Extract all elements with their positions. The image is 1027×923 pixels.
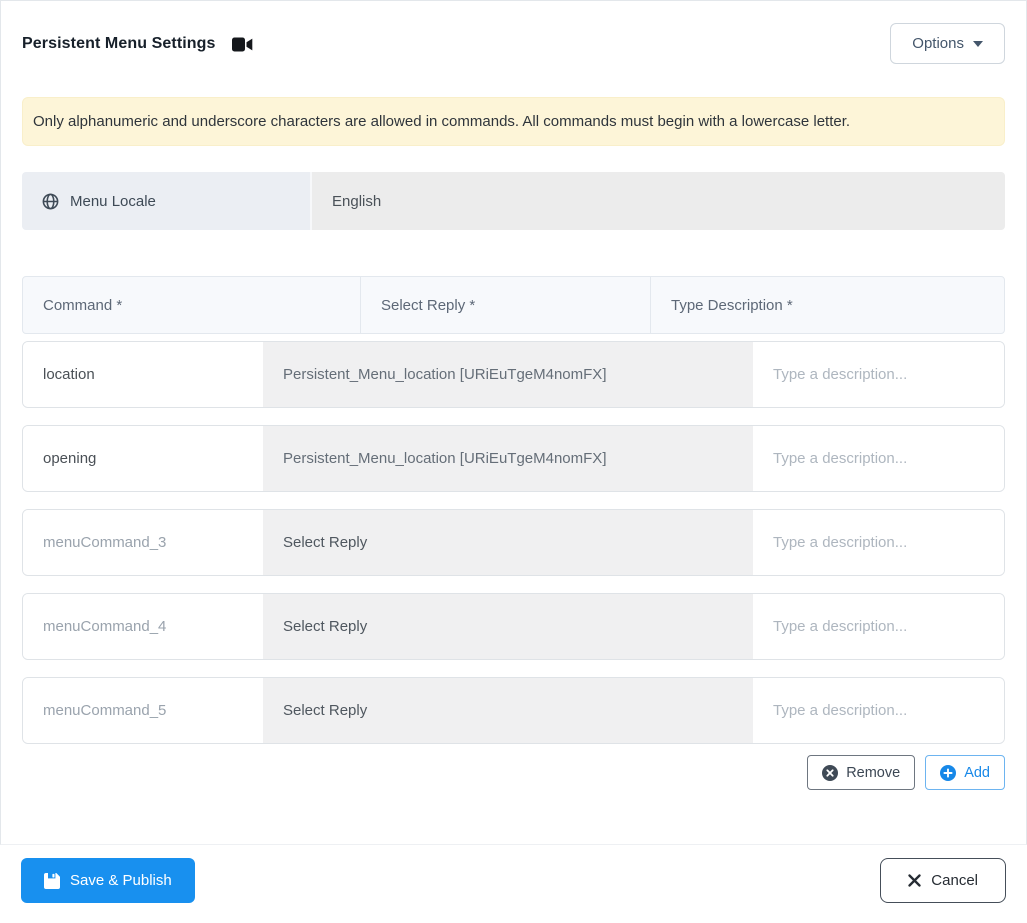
description-input[interactable]: Type a description... [753, 426, 1004, 491]
table-row: menuCommand_5 Select Reply Type a descri… [22, 677, 1005, 744]
panel-header: Persistent Menu Settings Options [22, 23, 1005, 64]
description-placeholder: Type a description... [773, 450, 908, 467]
row-action-buttons: Remove Add [22, 755, 1005, 790]
select-reply-value: Select Reply [283, 702, 368, 719]
cancel-button-label: Cancel [931, 872, 978, 889]
description-placeholder: Type a description... [773, 366, 908, 383]
command-input[interactable]: menuCommand_5 [23, 678, 263, 743]
column-header-select-reply: Select Reply * [361, 277, 651, 333]
menu-locale-group: Menu Locale English [22, 172, 1005, 230]
command-rules-alert: Only alphanumeric and underscore charact… [22, 97, 1005, 146]
description-placeholder: Type a description... [773, 702, 908, 719]
select-reply-value: Select Reply [283, 618, 368, 635]
select-reply-dropdown[interactable]: Select Reply [263, 510, 753, 575]
persistent-menu-settings-page: Persistent Menu Settings Options Only al… [0, 0, 1027, 923]
circle-plus-icon [940, 764, 957, 781]
table-row: menuCommand_4 Select Reply Type a descri… [22, 593, 1005, 660]
add-button-label: Add [964, 764, 990, 781]
description-input[interactable]: Type a description... [753, 594, 1004, 659]
panel-title-group: Persistent Menu Settings [22, 35, 253, 53]
description-input[interactable]: Type a description... [753, 342, 1004, 407]
table-row: location Persistent_Menu_location [URiEu… [22, 341, 1005, 408]
command-input[interactable]: location [23, 342, 263, 407]
options-button[interactable]: Options [890, 23, 1005, 64]
command-value: menuCommand_4 [43, 618, 167, 635]
column-header-type-description: Type Description * [671, 296, 793, 314]
remove-row-button[interactable]: Remove [807, 755, 916, 790]
alert-text: Only alphanumeric and underscore charact… [33, 113, 851, 130]
save-publish-button[interactable]: Save & Publish [21, 858, 195, 903]
select-reply-dropdown[interactable]: Select Reply [263, 678, 753, 743]
command-input[interactable]: opening [23, 426, 263, 491]
table-row: opening Persistent_Menu_location [URiEuT… [22, 425, 1005, 492]
description-placeholder: Type a description... [773, 618, 908, 635]
command-input[interactable]: menuCommand_4 [23, 594, 263, 659]
panel-footer: Save & Publish Cancel [0, 845, 1027, 903]
menu-locale-value: English [332, 192, 382, 210]
cancel-button[interactable]: Cancel [880, 858, 1006, 903]
command-value: location [43, 366, 95, 383]
command-value: opening [43, 450, 97, 467]
command-input[interactable]: menuCommand_3 [23, 510, 263, 575]
select-reply-dropdown[interactable]: Select Reply [263, 594, 753, 659]
select-reply-dropdown[interactable]: Persistent_Menu_location [URiEuTgeM4nomF… [263, 342, 753, 407]
command-rows: location Persistent_Menu_location [URiEu… [22, 341, 1005, 744]
command-value: menuCommand_3 [43, 534, 167, 551]
select-reply-value: Persistent_Menu_location [URiEuTgeM4nomF… [283, 366, 607, 383]
add-row-button[interactable]: Add [925, 755, 1005, 790]
column-header-command: Command * [23, 277, 361, 333]
table-row: menuCommand_3 Select Reply Type a descri… [22, 509, 1005, 576]
save-publish-label: Save & Publish [70, 872, 172, 889]
menu-locale-label: Menu Locale [22, 172, 312, 230]
globe-icon [42, 193, 59, 210]
select-reply-dropdown[interactable]: Persistent_Menu_location [URiEuTgeM4nomF… [263, 426, 753, 491]
menu-locale-label-text: Menu Locale [70, 192, 156, 210]
description-input[interactable]: Type a description... [753, 510, 1004, 575]
select-reply-value: Persistent_Menu_location [URiEuTgeM4nomF… [283, 450, 607, 467]
settings-panel-body: Persistent Menu Settings Options Only al… [0, 0, 1027, 845]
chevron-down-icon [973, 40, 983, 47]
circle-x-icon [822, 764, 839, 781]
menu-locale-select[interactable]: English [312, 172, 1005, 230]
description-placeholder: Type a description... [773, 534, 908, 551]
description-input[interactable]: Type a description... [753, 678, 1004, 743]
table-header-row: Command * Select Reply * Type Descriptio… [22, 276, 1005, 334]
remove-button-label: Remove [846, 764, 901, 781]
command-value: menuCommand_5 [43, 702, 167, 719]
options-button-label: Options [912, 35, 964, 52]
x-icon [908, 874, 921, 887]
page-title: Persistent Menu Settings [22, 34, 216, 52]
save-icon [44, 872, 60, 889]
select-reply-value: Select Reply [283, 534, 368, 551]
video-camera-icon [231, 37, 253, 52]
